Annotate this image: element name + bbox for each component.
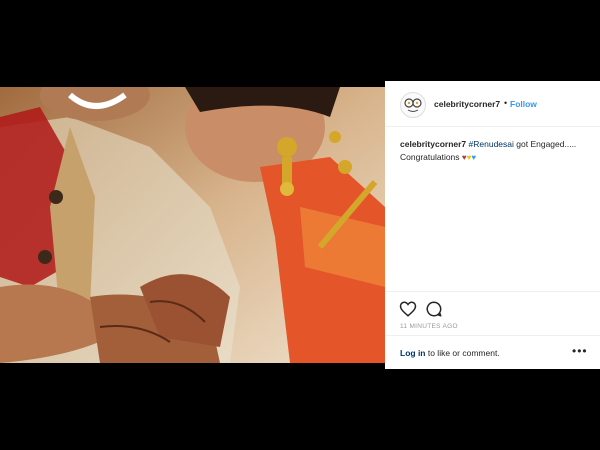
comment-icon[interactable] [425,300,443,318]
post-header: celebritycorner7 • Follow [385,81,600,127]
login-link[interactable]: Log in [400,348,426,358]
caption-line2: Congratulations [400,152,460,162]
avatar-logo-icon [404,98,422,112]
follow-button[interactable]: Follow [510,99,537,109]
post-actions [385,291,600,322]
post-footer: Log in to like or comment. ••• [385,335,600,370]
heart-blue-icon: ♥ [471,153,477,162]
post-timestamp: 11 MINUTES AGO [400,323,458,330]
separator-dot: • [504,98,508,108]
more-options-icon[interactable]: ••• [572,344,588,358]
avatar[interactable] [400,92,426,118]
caption-hearts: ♥♥♥ [462,152,476,162]
post-photo[interactable] [0,87,385,363]
caption-hashtag[interactable]: #Renudesai [469,139,514,149]
caption-username[interactable]: celebritycorner7 [400,139,466,149]
login-prompt-text: to like or comment. [425,348,500,358]
engagement-photo-illustration [0,87,385,363]
login-prompt: Log in to like or comment. [400,348,500,358]
post-caption: celebritycorner7 #Renudesai got Engaged.… [400,138,590,164]
caption-text: got Engaged..... [513,139,577,149]
heart-icon[interactable] [399,300,417,318]
post-panel: celebritycorner7 • Follow celebritycorne… [385,81,600,369]
post-username[interactable]: celebritycorner7 [434,99,500,109]
